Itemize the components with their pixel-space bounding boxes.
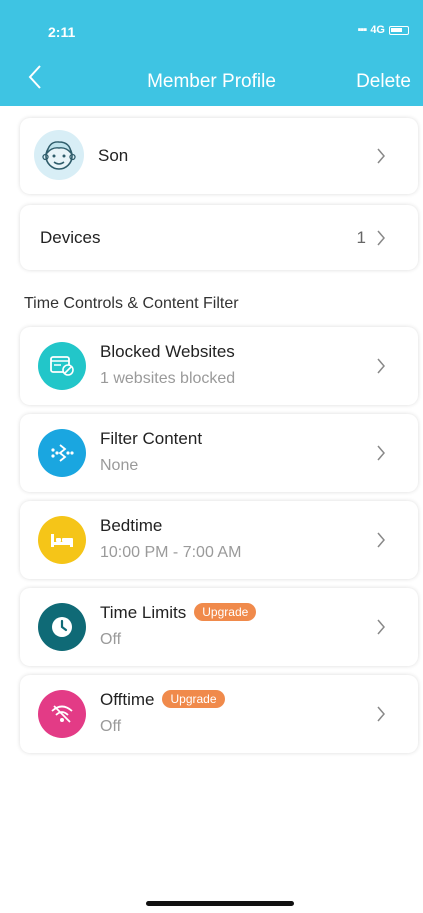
chevron-right-icon <box>377 619 385 635</box>
upgrade-badge[interactable]: Upgrade <box>162 690 225 708</box>
chevron-right-icon <box>377 148 385 164</box>
home-indicator[interactable] <box>146 901 294 906</box>
wifi-off-icon <box>38 690 86 738</box>
item-subtitle: 1 websites blocked <box>100 370 236 387</box>
item-title: Offtime <box>100 690 155 709</box>
item-title-wrap: Offtime Upgrade <box>100 690 225 710</box>
item-title: Filter Content <box>100 429 203 448</box>
devices-label: Devices <box>40 228 101 247</box>
blocked-websites-item[interactable]: Blocked Websites 1 websites blocked <box>20 327 418 405</box>
time-limits-item[interactable]: Time Limits Upgrade Off <box>20 588 418 666</box>
upgrade-badge[interactable]: Upgrade <box>194 603 257 621</box>
profile-card[interactable]: Son <box>20 118 418 194</box>
signal-icon: ▪▪▪ <box>357 24 368 36</box>
chevron-right-icon <box>377 230 385 245</box>
bedtime-item[interactable]: Bedtime 10:00 PM - 7:00 AM <box>20 501 418 579</box>
blocked-websites-icon <box>38 342 86 390</box>
avatar <box>34 130 84 180</box>
profile-name: Son <box>98 146 129 165</box>
status-time: 2:11 <box>48 24 76 40</box>
item-title: Blocked Websites <box>100 342 235 361</box>
item-subtitle: Off <box>100 718 122 735</box>
item-title-wrap: Time Limits Upgrade <box>100 603 257 623</box>
battery-icon <box>389 25 409 35</box>
filter-content-icon <box>38 429 86 477</box>
section-title: Time Controls & Content Filter <box>24 295 239 312</box>
chevron-right-icon <box>377 532 385 548</box>
item-title: Bedtime <box>100 516 163 535</box>
item-subtitle: None <box>100 457 139 474</box>
item-subtitle: 10:00 PM - 7:00 AM <box>100 544 242 561</box>
offtime-item[interactable]: Offtime Upgrade Off <box>20 675 418 753</box>
devices-count: 1 <box>356 228 366 247</box>
chevron-right-icon <box>377 706 385 722</box>
filter-content-item[interactable]: Filter Content None <box>20 414 418 492</box>
bed-icon <box>38 516 86 564</box>
item-subtitle: Off <box>100 631 122 648</box>
app-header: 2:11 ▪▪▪ 4G Member Profile Delete <box>0 0 423 106</box>
chevron-right-icon <box>377 358 385 374</box>
delete-button[interactable]: Delete <box>356 71 411 93</box>
devices-card[interactable]: Devices 1 <box>20 205 418 270</box>
chevron-right-icon <box>377 445 385 461</box>
status-icons: ▪▪▪ 4G <box>358 24 409 36</box>
clock-icon <box>38 603 86 651</box>
network-label: 4G <box>370 24 385 36</box>
item-title: Time Limits <box>100 603 187 622</box>
boy-avatar-icon <box>42 141 76 170</box>
